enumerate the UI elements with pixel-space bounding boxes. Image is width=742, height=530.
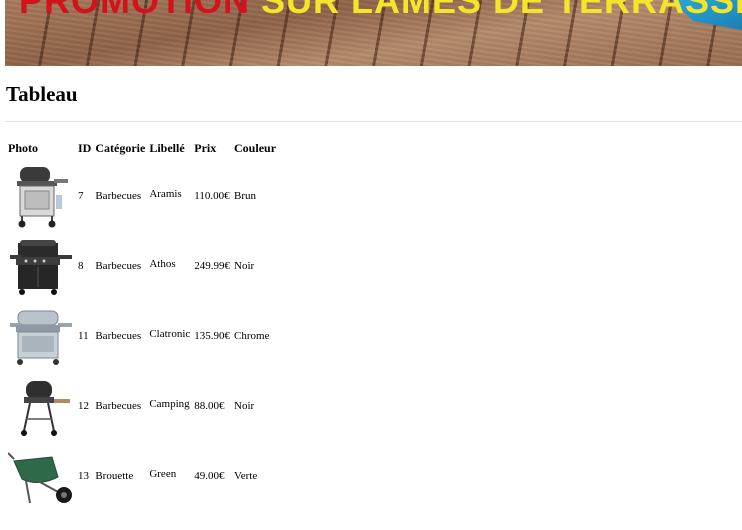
col-header-categorie: Catégorie: [95, 140, 146, 155]
id-cell: 7: [78, 190, 84, 202]
table-row: 7 Barbecues Aramis 110.00€ Brun: [7, 162, 277, 230]
products-table: Photo ID Catégorie Libellé Prix Couleur: [5, 134, 279, 512]
prix-cell: 49.00€: [194, 470, 225, 482]
prix-cell: 88.00€: [194, 400, 225, 412]
table-header-row: Photo ID Catégorie Libellé Prix Couleur: [7, 136, 277, 160]
gas-grill-icon: [10, 240, 72, 295]
couleur-cell: Verte: [234, 470, 258, 482]
table-row: 11 Barbecues Clatronic 135.90€ Chrome: [7, 302, 277, 370]
chrome-grill-icon: [10, 310, 72, 365]
col-header-couleur: Couleur: [234, 140, 277, 155]
libelle-cell: Aramis: [148, 162, 191, 230]
couleur-cell: Noir: [234, 260, 255, 272]
photo-cell: [7, 162, 75, 230]
table-row: 12 Barbecues Camping 88.00€ Noir: [7, 372, 277, 440]
libelle-text: Camping: [149, 398, 190, 410]
categorie-cell: Brouette: [95, 470, 134, 482]
libelle-text: Aramis: [149, 188, 182, 200]
id-cell: 11: [78, 330, 89, 342]
categorie-cell: Barbecues: [95, 400, 142, 412]
divider: [5, 121, 742, 122]
table-row: 8 Barbecues Athos 249.99€ Noir: [7, 232, 277, 300]
col-header-photo: Photo: [8, 140, 38, 155]
grill-cart-icon: [17, 167, 68, 228]
table-row: 13 Brouette Green 49.00€ Verte: [7, 442, 277, 510]
photo-cell: [7, 372, 75, 440]
photo-cell: [7, 302, 75, 370]
libelle-cell: Camping: [148, 372, 191, 440]
categorie-cell: Barbecues: [95, 330, 142, 342]
col-header-libelle: Libellé: [149, 140, 185, 155]
prix-cell: 249.99€: [194, 260, 231, 272]
id-cell: 8: [78, 260, 84, 272]
libelle-text: Clatronic: [149, 328, 191, 340]
page-title: Tableau: [6, 82, 78, 106]
col-header-prix: Prix: [194, 140, 217, 155]
couleur-cell: Brun: [234, 190, 257, 202]
libelle-text: Athos: [149, 258, 176, 270]
categorie-cell: Barbecues: [95, 190, 142, 202]
libelle-cell: Clatronic: [148, 302, 191, 370]
libelle-cell: Green: [148, 442, 191, 510]
banner-text: PROMOTION SUR LAMES DE TERRASSE: [19, 0, 742, 22]
categorie-cell: Barbecues: [95, 260, 142, 272]
libelle-cell: Athos: [148, 232, 191, 300]
id-cell: 13: [78, 470, 89, 482]
promo-banner: PROMOTION SUR LAMES DE TERRASSE: [5, 0, 742, 66]
banner-text-red: PROMOTION: [19, 0, 250, 21]
couleur-cell: Chrome: [234, 330, 270, 342]
prix-cell: 135.90€: [194, 330, 231, 342]
banner-text-yellow: SUR LAMES DE TERRASSE: [261, 0, 742, 21]
prix-cell: 110.00€: [194, 190, 230, 202]
col-header-id: ID: [78, 140, 92, 155]
id-cell: 12: [78, 400, 89, 412]
photo-cell: [7, 232, 75, 300]
couleur-cell: Noir: [234, 400, 255, 412]
wheelbarrow-icon: [8, 452, 72, 504]
libelle-text: Green: [149, 468, 177, 480]
photo-cell: [7, 442, 75, 510]
camping-grill-icon: [21, 381, 70, 436]
